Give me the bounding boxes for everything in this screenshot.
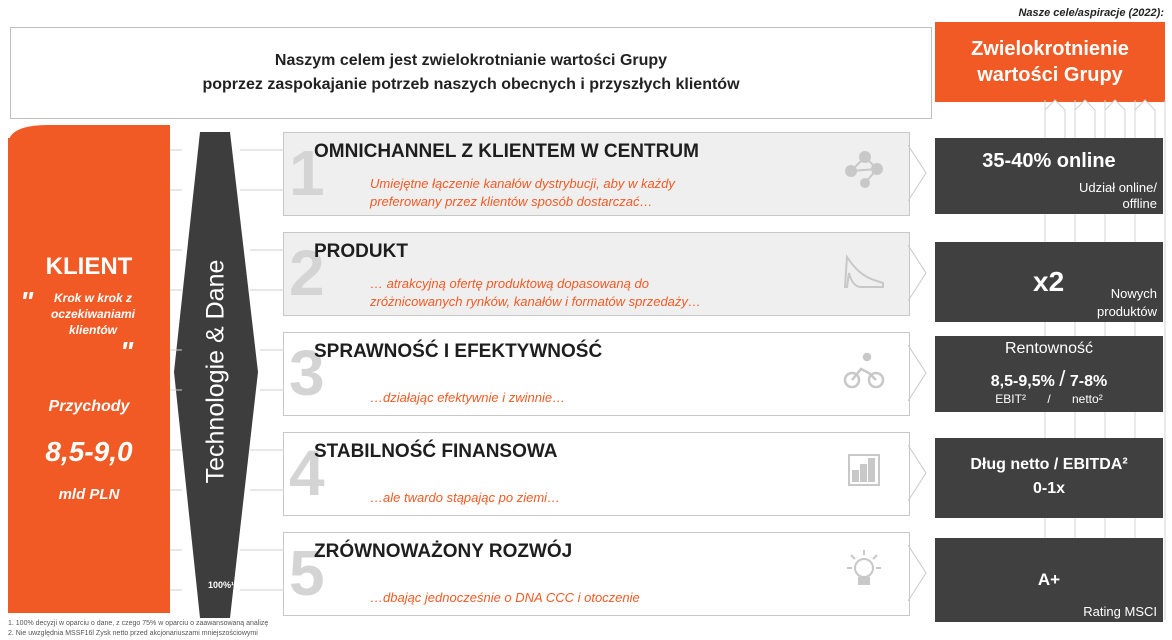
pillar-omnichannel: 1 OMNICHANNEL Z KLIENTEM W CENTRUM Umiej… xyxy=(283,132,910,216)
lightbulb-icon xyxy=(841,547,887,593)
pillar-description: …ale twardo stąpając po ziemi… xyxy=(370,489,560,507)
quote-close-mark: " xyxy=(120,336,134,367)
pillar-description: …działając efektywnie i zwinnie… xyxy=(370,389,565,407)
network-icon xyxy=(841,147,887,193)
kpi-products-sub2: produktów xyxy=(1097,304,1157,319)
footnote-1: 1. 100% decyzji w oparciu o dane, z czeg… xyxy=(8,620,269,627)
pillar-desc-line: …dbając jednocześnie o DNA CCC i otoczen… xyxy=(370,590,640,605)
kpi-online-value: 35-40% online xyxy=(982,150,1116,172)
revenue-value: 8,5-9,0 xyxy=(45,436,133,467)
pillar-produkt: 2 PRODUKT … atrakcyjną ofertę produktową… xyxy=(283,232,910,316)
pillar-title: ZRÓWNOWAŻONY ROZWÓJ xyxy=(314,541,573,562)
pillar-title: SPRAWNOŚĆ I EFEKTYWNOŚĆ xyxy=(314,341,603,362)
mission-line-1: Naszym celem jest zwielokrotnianie warto… xyxy=(274,52,668,69)
chevron-right-icon xyxy=(908,145,927,201)
kpi-debt-line2: 0-1x xyxy=(1032,480,1066,497)
chevron-right-icon xyxy=(908,245,927,301)
pillar-description: Umiejętne łączenie kanałów dystrybucji, … xyxy=(370,175,675,211)
kpi-profitability: Rentowność 8,5-9,5% / 7-8% EBIT² / netto… xyxy=(935,336,1163,412)
kpi-profit-ebit: 8,5-9,5% xyxy=(990,373,1055,390)
klient-title: KLIENT xyxy=(45,253,133,280)
quote-open-mark: " xyxy=(20,286,34,317)
pillar-description: …dbając jednocześnie o DNA CCC i otoczen… xyxy=(370,589,640,607)
klient-top-curve xyxy=(8,125,170,145)
klient-panel: KLIENT " Krok w krok z oczekiwaniami kli… xyxy=(8,138,170,613)
kpi-profit-sep: / xyxy=(1047,392,1051,406)
mission-statement: Naszym celem jest zwielokrotnianie warto… xyxy=(10,27,932,119)
chevron-right-icon xyxy=(908,445,927,501)
shoe-icon xyxy=(841,247,887,293)
pillar-desc-line: zróżnicowanych rynków, kanałów i formató… xyxy=(370,294,701,309)
goal-line-1: Zwielokrotnienie xyxy=(971,38,1129,60)
klient-connectors xyxy=(170,149,182,591)
tech-label-text: Technologie & Dane xyxy=(201,259,230,484)
kpi-profit-label: Rentowność xyxy=(1004,340,1094,357)
cyclist-icon xyxy=(841,347,887,393)
chevron-right-icon xyxy=(908,345,927,401)
pillar-zrownowazony: 5 ZRÓWNOWAŻONY ROZWÓJ …dbając jednocześn… xyxy=(283,532,910,616)
kpi-net-label: netto² xyxy=(1072,392,1103,406)
kpi-debt: Dług netto / EBITDA² 0-1x xyxy=(935,438,1163,518)
kpi-msci-sub: Rating MSCI xyxy=(1083,604,1157,619)
kpi-products-value: x2 xyxy=(1033,266,1065,297)
pillar-title: PRODUKT xyxy=(314,241,408,262)
pillar-desc-line: preferowany przez klientów sposób dostar… xyxy=(370,194,653,209)
pillar-desc-line: …działając efektywnie i zwinnie… xyxy=(370,390,566,405)
kpi-products: x2 Nowych produktów xyxy=(935,242,1163,322)
kpi-profit-legend: EBIT² / netto² xyxy=(935,392,1163,406)
kpi-profit-slash: / xyxy=(1059,366,1066,391)
chevron-right-icon xyxy=(908,545,927,601)
kpi-ebit-label: EBIT² xyxy=(995,392,1026,406)
tech-percent: 100%¹ xyxy=(207,580,234,590)
revenue-label: Przychody xyxy=(48,398,130,415)
kpi-profit-net: 7-8% xyxy=(1069,373,1108,390)
mission-line-2: poprzez zaspokajanie potrzeb naszych obe… xyxy=(202,76,740,93)
pillar-description: … atrakcyjną ofertę produktową dopasowan… xyxy=(370,275,701,311)
pillar-desc-line: …ale twardo stąpając po ziemi… xyxy=(370,490,561,505)
footnote-2: 2. Nie uwzględnia MSSF16l Zysk netto prz… xyxy=(8,630,258,637)
kpi-online: 35-40% online Udział online/ offline xyxy=(935,138,1163,214)
pillar-title: STABILNOŚĆ FINANSOWA xyxy=(314,441,558,462)
klient-quote: Krok w krok z oczekiwaniami klientów xyxy=(50,291,136,337)
pillar-title: OMNICHANNEL Z KLIENTEM W CENTRUM xyxy=(314,141,699,162)
kpi-online-sub1: Udział online/ xyxy=(1078,180,1157,195)
finance-chart-icon xyxy=(841,447,887,493)
pillar-stabilnosc: 4 STABILNOŚĆ FINANSOWA …ale twardo stąpa… xyxy=(283,432,910,516)
pillar-desc-line: … atrakcyjną ofertę produktową dopasowan… xyxy=(370,276,649,291)
revenue-unit: mld PLN xyxy=(58,486,120,503)
kpi-online-sub2: offline xyxy=(1122,196,1157,211)
kpi-debt-line1: Dług netto / EBITDA² xyxy=(970,456,1128,473)
pillar-desc-line: Umiejętne łączenie kanałów dystrybucji, … xyxy=(370,176,675,191)
kpi-products-sub1: Nowych xyxy=(1110,286,1157,301)
kpi-msci-value: A+ xyxy=(1037,570,1061,589)
aspiration-note: Nasze cele/aspiracje (2022): xyxy=(1018,7,1164,19)
pillar-sprawnosc: 3 SPRAWNOŚĆ I EFEKTYWNOŚĆ …działając efe… xyxy=(283,332,910,416)
kpi-msci: A+ Rating MSCI xyxy=(935,538,1163,622)
kpi-profit-values: 8,5-9,5% / 7-8% xyxy=(935,366,1163,392)
